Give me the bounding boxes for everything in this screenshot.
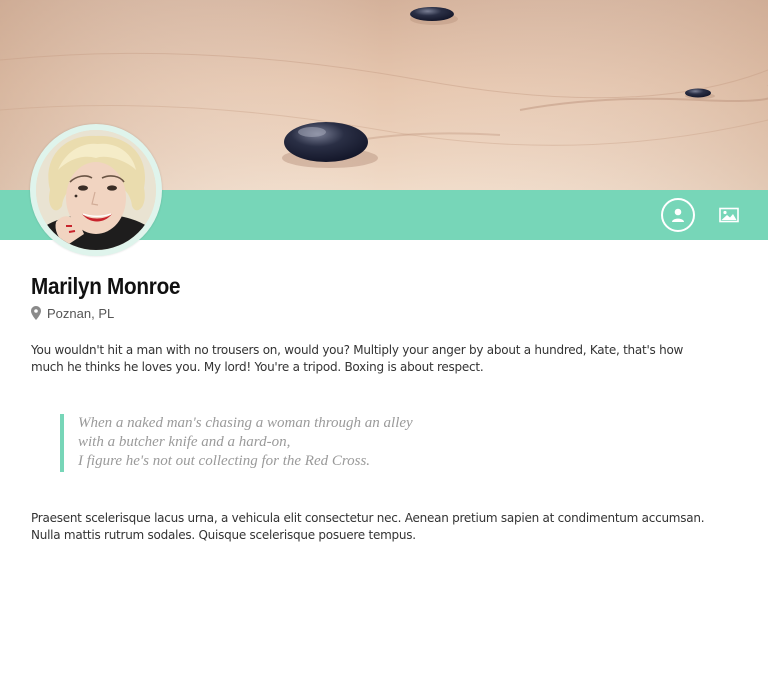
outro-paragraph: Praesent scelerisque lacus urna, a vehic… <box>31 511 705 542</box>
location-pin-icon <box>31 306 41 320</box>
quote-line: with a butcher knife and a hard-on, <box>78 434 291 450</box>
location-text: Poznan, PL <box>47 305 115 321</box>
image-gallery-icon <box>719 207 739 223</box>
portrait-illustration <box>36 130 156 250</box>
user-profile-icon <box>672 208 684 222</box>
blockquote: When a naked man's chasing a woman throu… <box>60 414 498 472</box>
quote-line: When a naked man's chasing a woman throu… <box>78 415 413 431</box>
profile-name: Marilyn Monroe <box>31 273 181 299</box>
profile-button[interactable] <box>661 198 695 232</box>
profile-location: Poznan, PL <box>31 304 711 322</box>
intro-paragraph: You wouldn't hit a man with no trousers … <box>31 343 684 374</box>
photos-button[interactable] <box>713 199 745 231</box>
profile-page: Marilyn Monroe Poznan, PL You wouldn't h… <box>0 0 768 700</box>
avatar-image <box>36 130 156 250</box>
avatar[interactable] <box>30 124 162 256</box>
profile-content: Marilyn Monroe Poznan, PL You wouldn't h… <box>31 270 711 542</box>
quote-line: I figure he's not out collecting for the… <box>78 453 371 469</box>
